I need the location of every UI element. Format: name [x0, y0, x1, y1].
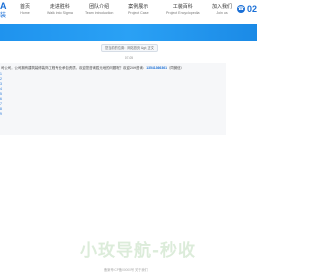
- contact-phone[interactable]: 13541366361: [146, 66, 167, 70]
- list-item[interactable]: 9: [0, 112, 2, 117]
- nav-home[interactable]: 首页 Home: [20, 4, 30, 16]
- nav-about[interactable]: 走进胜科 Walk into Sigma: [47, 4, 73, 16]
- nav-label-en: Project Encyclopedia: [166, 11, 200, 15]
- phone-icon: ☎: [237, 5, 245, 13]
- logo-sub: 装: [0, 13, 7, 19]
- intro-text: 司公司，公司拥有建筑装修装饰工程专业承包资质，欢迎您咨询胜元地的问题呢？欢迎24…: [1, 66, 147, 70]
- nav-team[interactable]: 团队介绍 Team introduction: [85, 4, 113, 16]
- nav-label-zh: 团队介绍: [89, 4, 110, 10]
- article-intro: 司公司，公司拥有建筑装修装饰工程专业承包资质，欢迎您咨询胜元地的问题呢？欢迎24…: [1, 66, 184, 71]
- nav-label-zh: 走进胜科: [49, 4, 70, 10]
- nav-label-en: Walk into Sigma: [47, 11, 73, 15]
- nav-label-en: Team introduction: [85, 11, 114, 15]
- footer-text: 备案号ICP备00000号 关于我们: [104, 268, 148, 272]
- nav-label-zh: 工装百科: [172, 4, 193, 10]
- breadcrumb-text: 您当前的位置：网站首页 &gt; 正文: [105, 46, 154, 50]
- hero-banner: [0, 24, 257, 41]
- nav-encyclopedia[interactable]: 工装百科 Project Encyclopedia: [166, 4, 200, 16]
- article-content: 司公司，公司拥有建筑装修装饰工程专业承包资质，欢迎您咨询胜元地的问题呢？欢迎24…: [0, 63, 226, 135]
- nav-label-en: Project Case: [128, 11, 149, 15]
- nav-join[interactable]: 加入我们 Join us: [212, 4, 232, 16]
- article-list: 1 2 3 4 5 6 7 8 9: [0, 72, 2, 117]
- site-header: A 装 首页 Home 走进胜科 Walk into Sigma 团队介绍 Te…: [0, 0, 257, 24]
- breadcrumb: 您当前的位置：网站首页 &gt; 正文: [101, 44, 158, 52]
- watermark: 小玫导航-秒收: [80, 241, 197, 261]
- nav-label-zh: 加入我们: [212, 4, 233, 10]
- nav-label-en: Join us: [216, 11, 228, 15]
- phone-number: 02: [247, 4, 258, 14]
- intro-suffix: （同微信）: [166, 66, 184, 70]
- logo-mark: A: [0, 1, 7, 11]
- nav-cases[interactable]: 案例展示 Project Case: [128, 4, 149, 16]
- article-date: 07-05: [124, 56, 134, 60]
- nav-label-en: Home: [20, 11, 30, 15]
- nav-label-zh: 首页: [20, 4, 31, 10]
- nav-label-zh: 案例展示: [128, 4, 149, 10]
- site-logo[interactable]: A 装: [0, 1, 12, 23]
